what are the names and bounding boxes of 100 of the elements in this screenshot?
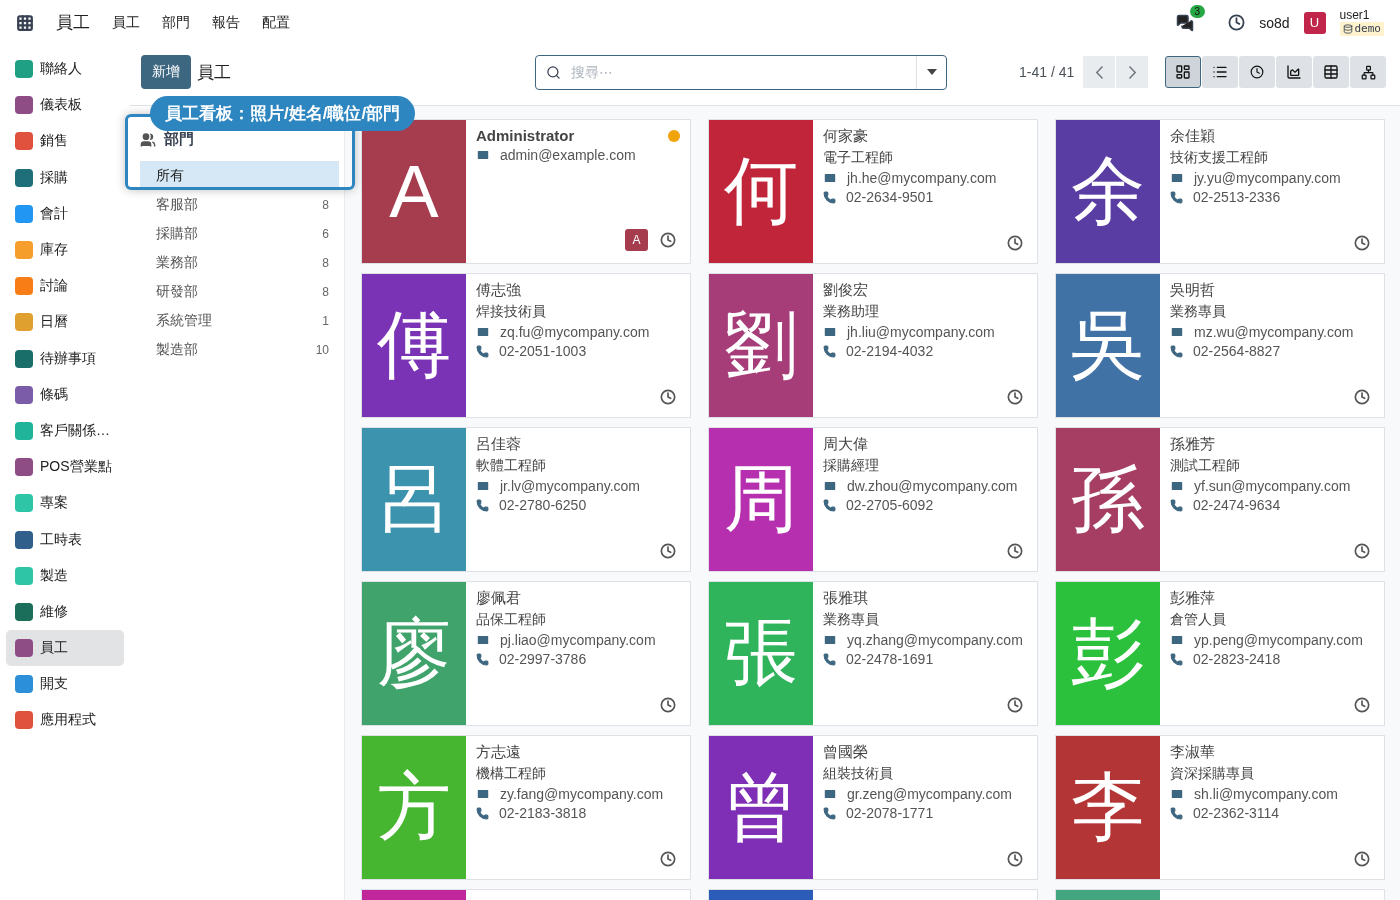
view-button[interactable] [1276,56,1313,88]
app-menu-item[interactable]: 開支 [6,666,124,703]
department-item[interactable]: 業務部 8 [140,248,339,277]
department-item[interactable]: 客服部 8 [140,190,339,219]
clock-icon[interactable] [1228,14,1246,31]
app-menu-item[interactable]: POS營業點 [6,449,124,486]
employee-card[interactable]: 張 張雅琪 業務專員 yq.zhang@mycompany.com 02-2478-1691 [708,581,1038,726]
clock-icon[interactable] [1354,851,1370,867]
app-menu-item[interactable]: 工時表 [6,521,124,558]
area-chart-icon [1286,64,1303,80]
department-item[interactable]: 採購部 6 [140,219,339,248]
clock-icon[interactable] [660,232,676,248]
page-title: 員工 [197,61,231,84]
department-count: 10 [315,342,329,357]
phone-text: 02-2474-9634 [1193,497,1281,513]
user-avatar[interactable]: U [1303,11,1326,34]
app-menu-item[interactable]: 聯絡人 [6,51,124,88]
department-count: 8 [322,197,329,212]
department-item[interactable]: 製造部 10 [140,335,339,364]
employee-name: 劉俊宏 [823,281,869,300]
employee-card[interactable]: 曾 曾國榮 組裝技術員 gr.zeng@mycompany.com 02-2078-1771 [708,735,1038,880]
employee-card[interactable]: 周 周大偉 採購經理 dw.zhou@mycompany.com 02-2705-6092 [708,427,1038,572]
clock-icon[interactable] [1007,851,1023,867]
app-menu-item[interactable]: 採購 [6,159,124,196]
app-menu-item[interactable]: 討論 [6,268,124,305]
app-menu-item[interactable]: 維修 [6,593,124,630]
clock-icon[interactable] [660,851,676,867]
table-icon [1323,64,1340,80]
clock-icon[interactable] [1007,543,1023,559]
caret-icon[interactable] [926,69,937,75]
app-menu-item[interactable]: 員工 [6,630,124,667]
employee-card[interactable]: 余 余佳穎 技術支援工程師 jy.yu@mycompany.com 02-2513-2336 [1055,119,1385,264]
phone-text: 02-2183-3818 [499,805,587,821]
chat-icon[interactable] [1176,13,1195,32]
clock-icon[interactable] [1007,235,1023,251]
app-menu-item[interactable]: 客戶關係… [6,412,124,450]
employee-card[interactable]: 傅 傅志強 焊接技術員 zq.fu@mycompany.com 02-2051-1003 [361,273,691,418]
email-text: jh.he@mycompany.com [847,170,997,186]
company-name[interactable]: so8d [1259,14,1290,31]
phone-icon [1170,498,1183,512]
app-menu-item[interactable]: 日曆 [6,304,124,341]
employee-card[interactable]: 孫 孫雅芳 測試工程師 yf.sun@mycompany.com 02-2474-9634 [1055,427,1385,572]
email-text: pj.liao@mycompany.com [500,632,656,648]
job-title: 倉管人員 [1170,611,1227,629]
department-item[interactable]: 系統管理 1 [140,306,339,335]
employee-card[interactable]: 方 方志遠 機構工程師 zy.fang@mycompany.com 02-2183-3818 [361,735,691,880]
employee-card[interactable]: 廖 廖佩君 品保工程師 pj.liao@mycompany.com 02-2997-3786 [361,581,691,726]
clock-icon[interactable] [660,697,676,713]
menu-item[interactable]: 部門 [162,13,190,32]
view-button[interactable] [1350,56,1387,88]
app-menu-item[interactable]: 專案 [6,485,124,522]
employee-name: 方志遠 [476,743,522,762]
search-icon[interactable] [546,64,561,80]
app-menu-item[interactable]: 庫存 [6,231,124,269]
employee-card[interactable]: 何 何家豪 電子工程師 jh.he@mycompany.com 02-2634-9501 [708,119,1038,264]
menu-item[interactable]: 員工 [112,13,140,32]
email-text: jr.lv@mycompany.com [500,478,640,494]
clock-icon[interactable] [1007,697,1023,713]
app-menu-item[interactable]: 儀表板 [6,87,124,124]
employee-card[interactable]: 劉 劉俊宏 業務助理 jh.liu@mycompany.com 02-2194-4032 [708,273,1038,418]
view-button[interactable] [1165,56,1202,88]
new-button[interactable]: 新增 [141,55,191,89]
menu-icon[interactable] [16,13,34,32]
job-title: 品保工程師 [476,611,547,629]
menu-item[interactable]: 報告 [212,13,240,32]
view-button[interactable] [1313,56,1350,88]
app-menu-item[interactable]: 條碼 [6,376,124,413]
clock-icon[interactable] [1354,235,1370,251]
employee-card[interactable]: 李 李淑華 資深採購專員 sh.li@mycompany.com 02-2362-3114 [1055,735,1385,880]
employee-card[interactable]: 吳 吳明哲 業務專員 mz.wu@mycompany.com 02-2564-8827 [1055,273,1385,418]
department-item[interactable]: 研發部 8 [140,277,339,306]
phone-icon [823,652,836,666]
employee-name: 彭雅萍 [1170,589,1216,608]
phone-icon [476,806,489,820]
job-title: 電子工程師 [823,149,894,167]
view-button[interactable] [1239,56,1276,88]
department-count: 8 [322,284,329,299]
clock-icon [1250,65,1265,79]
app-menu-item[interactable]: 銷售 [6,123,124,160]
employee-card[interactable]: 呂 呂佳蓉 軟體工程師 jr.lv@mycompany.com 02-2780-6250 [361,427,691,572]
email-text: dw.zhou@mycompany.com [847,478,1018,494]
search-field[interactable]: 搜尋⋯ [535,54,947,90]
clock-icon[interactable] [660,543,676,559]
clock-icon[interactable] [1354,697,1370,713]
job-title: 測試工程師 [1170,457,1241,475]
app-menu-item[interactable]: 會計 [6,195,124,232]
employee-card[interactable]: 彭 彭雅萍 倉管人員 yp.peng@mycompany.com 02-2823-2418 [1055,581,1385,726]
employee-name: 曾國榮 [823,743,869,762]
clock-icon[interactable] [1354,389,1370,405]
clock-icon[interactable] [1007,389,1023,405]
email-text: sh.li@mycompany.com [1194,786,1338,802]
employee-photo: 曾 [709,736,813,879]
app-menu-item[interactable]: 應用程式 [6,702,124,739]
clock-icon[interactable] [1354,543,1370,559]
view-button[interactable] [1202,56,1239,88]
app-menu-item[interactable]: 製造 [6,557,124,594]
employee-photo: 何 [709,120,813,263]
clock-icon[interactable] [660,389,676,405]
menu-item[interactable]: 配置 [262,13,290,32]
app-menu-item[interactable]: 待辦事項 [6,340,124,377]
